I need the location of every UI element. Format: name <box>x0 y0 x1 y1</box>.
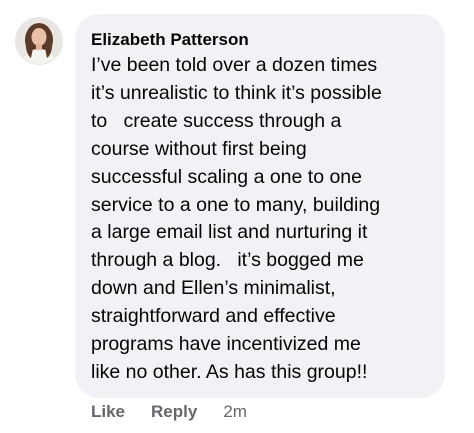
like-button[interactable]: Like <box>91 402 125 422</box>
comment-text: I’ve been told over a dozen times it’s u… <box>91 54 382 383</box>
comment-bubble: Elizabeth Patterson I’ve been told over … <box>75 14 445 398</box>
avatar[interactable] <box>15 17 63 65</box>
comment-actions: Like Reply 2m <box>91 400 247 424</box>
comment-timestamp[interactable]: 2m <box>223 402 247 422</box>
reply-button[interactable]: Reply <box>151 402 197 422</box>
profile-photo <box>16 18 62 64</box>
comment-author[interactable]: Elizabeth Patterson <box>91 29 427 51</box>
